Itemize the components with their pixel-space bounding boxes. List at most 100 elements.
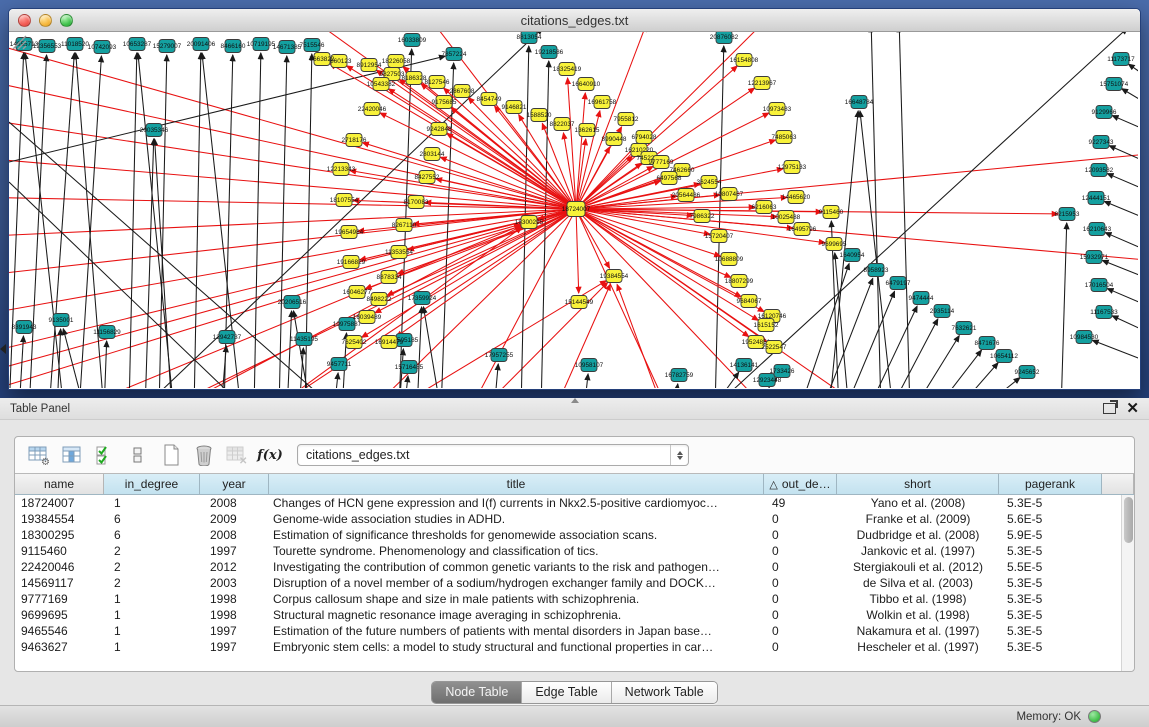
graph-node[interactable]: 8127546 xyxy=(425,76,450,89)
column-header-in_degree[interactable]: in_degree xyxy=(104,474,200,494)
graph-node[interactable]: 9245652 xyxy=(1015,366,1040,379)
graph-node[interactable]: 14465620 xyxy=(782,191,811,204)
resize-grip[interactable] xyxy=(9,32,27,50)
graph-node[interactable]: 15720407 xyxy=(705,230,734,243)
table-row[interactable]: 911546021997Tourette syndrome. Phenomeno… xyxy=(15,543,1134,559)
graph-node[interactable]: 9129966 xyxy=(1092,106,1117,119)
column-header-title[interactable]: title xyxy=(269,474,764,494)
graph-node[interactable]: 17957255 xyxy=(485,349,514,362)
graph-node[interactable]: 16782759 xyxy=(665,369,694,382)
graph-node[interactable]: 15279007 xyxy=(153,40,182,53)
table-row[interactable]: 946554611997Estimation of the future num… xyxy=(15,623,1134,639)
column-header-year[interactable]: year xyxy=(200,474,269,494)
table-vertical-scrollbar[interactable] xyxy=(1121,495,1134,671)
graph-node[interactable]: 15751074 xyxy=(1100,78,1129,91)
graph-node[interactable]: 16640910 xyxy=(572,78,601,91)
graph-node[interactable]: 8958923 xyxy=(864,264,889,277)
graph-node[interactable]: 9146821 xyxy=(502,101,527,114)
row-selection-icon[interactable] xyxy=(93,443,117,467)
graph-node[interactable]: 10653287 xyxy=(123,38,152,51)
zoom-window-icon[interactable] xyxy=(60,14,73,27)
table-row[interactable]: 1456911722003Disruption of a novel membe… xyxy=(15,575,1134,591)
graph-node[interactable]: 20876082 xyxy=(710,32,739,44)
graph-node[interactable]: 9115460 xyxy=(819,206,844,219)
table-row[interactable]: 1830029562008Estimation of significance … xyxy=(15,527,1134,543)
close-window-icon[interactable] xyxy=(18,14,31,27)
graph-node[interactable]: 11173717 xyxy=(1107,53,1135,66)
graph-node[interactable]: 10742093 xyxy=(88,41,117,54)
scrollbar-thumb[interactable] xyxy=(1124,497,1133,543)
graph-node[interactable]: 10719195 xyxy=(247,38,276,51)
graph-node[interactable]: 16495796 xyxy=(788,223,817,236)
graph-node[interactable]: 10654112 xyxy=(990,350,1018,363)
graph-node[interactable]: 8466160 xyxy=(221,40,246,53)
graph-node[interactable]: 11018520 xyxy=(61,38,89,51)
tab-node-table[interactable]: Node Table xyxy=(432,682,522,703)
graph-node[interactable]: 20035346 xyxy=(140,124,169,137)
graph-node[interactable]: 16033809 xyxy=(398,34,427,47)
graph-node[interactable]: 20091406 xyxy=(187,38,216,51)
column-visibility-icon[interactable] xyxy=(60,443,84,467)
table-source-select[interactable]: citations_edges.txt xyxy=(297,444,689,466)
column-header-short[interactable]: short xyxy=(837,474,999,494)
close-panel-icon[interactable]: ✕ xyxy=(1126,401,1139,416)
table-row[interactable]: 2242004622012Investigating the contribut… xyxy=(15,559,1134,575)
graph-node[interactable]: 10958107 xyxy=(575,359,604,372)
graph-node[interactable]: 10807467 xyxy=(715,188,744,201)
new-column-icon[interactable] xyxy=(159,443,183,467)
graph-node[interactable]: 7955812 xyxy=(614,113,639,126)
graph-node[interactable]: 8990448 xyxy=(602,133,627,146)
graph-node[interactable]: 16648784 xyxy=(845,96,874,109)
graph-node[interactable]: 14671385 xyxy=(273,41,302,54)
graph-node[interactable]: 12213967 xyxy=(748,77,777,90)
graph-node[interactable]: 9699695 xyxy=(822,238,847,251)
graph-node[interactable]: 12975133 xyxy=(778,161,807,174)
graph-node[interactable]: 2718176 xyxy=(342,134,367,147)
minimize-window-icon[interactable] xyxy=(39,14,52,27)
table-row[interactable]: 977716911998Corpus callosum shape and si… xyxy=(15,591,1134,607)
graph-node[interactable]: 9175685 xyxy=(432,96,457,109)
graph-node[interactable]: 16154808 xyxy=(730,54,759,67)
graph-node[interactable]: 15144549 xyxy=(565,296,594,309)
tab-network-table[interactable]: Network Table xyxy=(612,682,717,703)
delete-column-icon[interactable] xyxy=(192,443,216,467)
network-view-window[interactable]: citations_edges.txt 14055713123565531101… xyxy=(8,8,1141,390)
graph-node[interactable]: 8186328 xyxy=(402,72,427,85)
graph-node[interactable]: 12213343 xyxy=(327,163,356,176)
graph-node[interactable]: 7515546 xyxy=(300,39,325,52)
column-header-name[interactable]: name xyxy=(15,474,104,494)
table-row[interactable]: 1938455462009Genome-wide association stu… xyxy=(15,511,1134,527)
graph-node[interactable]: 9474444 xyxy=(909,292,934,305)
graph-node[interactable]: 2935114 xyxy=(930,305,955,318)
float-panel-icon[interactable] xyxy=(1103,403,1116,414)
panel-splitter-handle[interactable] xyxy=(571,398,579,403)
column-header-out_de[interactable]: △out_de… xyxy=(764,474,837,494)
column-header-pagerank[interactable]: pagerank xyxy=(999,474,1102,494)
table-settings-icon[interactable]: ⚙ xyxy=(27,443,51,467)
graph-node[interactable]: 16961758 xyxy=(588,96,617,109)
graph-node[interactable]: 3624554 xyxy=(697,176,722,189)
graph-node[interactable]: 6479197 xyxy=(886,277,911,290)
graph-node[interactable]: 14136141 xyxy=(730,359,759,372)
graph-node[interactable]: 10025488 xyxy=(772,211,801,224)
graph-node[interactable]: 8878334 xyxy=(377,271,402,284)
graph-node[interactable]: 8912954 xyxy=(357,59,382,72)
graph-node[interactable]: 7857224 xyxy=(442,48,467,61)
table-row[interactable]: 1872400712008Changes of HCN gene express… xyxy=(15,495,1134,511)
graph-node[interactable]: 9135001 xyxy=(49,314,74,327)
graph-node[interactable]: 8170083 xyxy=(404,196,429,209)
network-canvas[interactable]: 1405571312356553110185201074209310653287… xyxy=(9,32,1140,389)
graph-node[interactable]: 11435195 xyxy=(290,333,318,346)
graph-node[interactable]: 12942737 xyxy=(213,331,242,344)
graph-node[interactable]: 7632621 xyxy=(952,322,977,335)
graph-node[interactable]: 8454749 xyxy=(477,93,502,106)
function-builder-icon[interactable]: f(x) xyxy=(258,443,282,467)
graph-node[interactable]: 7485063 xyxy=(772,131,797,144)
graph-node[interactable]: 2803144 xyxy=(420,148,445,161)
graph-node[interactable]: 19654984 xyxy=(335,226,364,239)
graph-node[interactable]: 8427552 xyxy=(415,171,440,184)
panel-collapse-arrow-icon[interactable] xyxy=(0,344,6,354)
table-row[interactable]: 946362711997Embryonic stem cells: a mode… xyxy=(15,639,1134,655)
graph-node[interactable]: 8813054 xyxy=(517,32,542,44)
window-titlebar[interactable]: citations_edges.txt xyxy=(9,9,1140,32)
